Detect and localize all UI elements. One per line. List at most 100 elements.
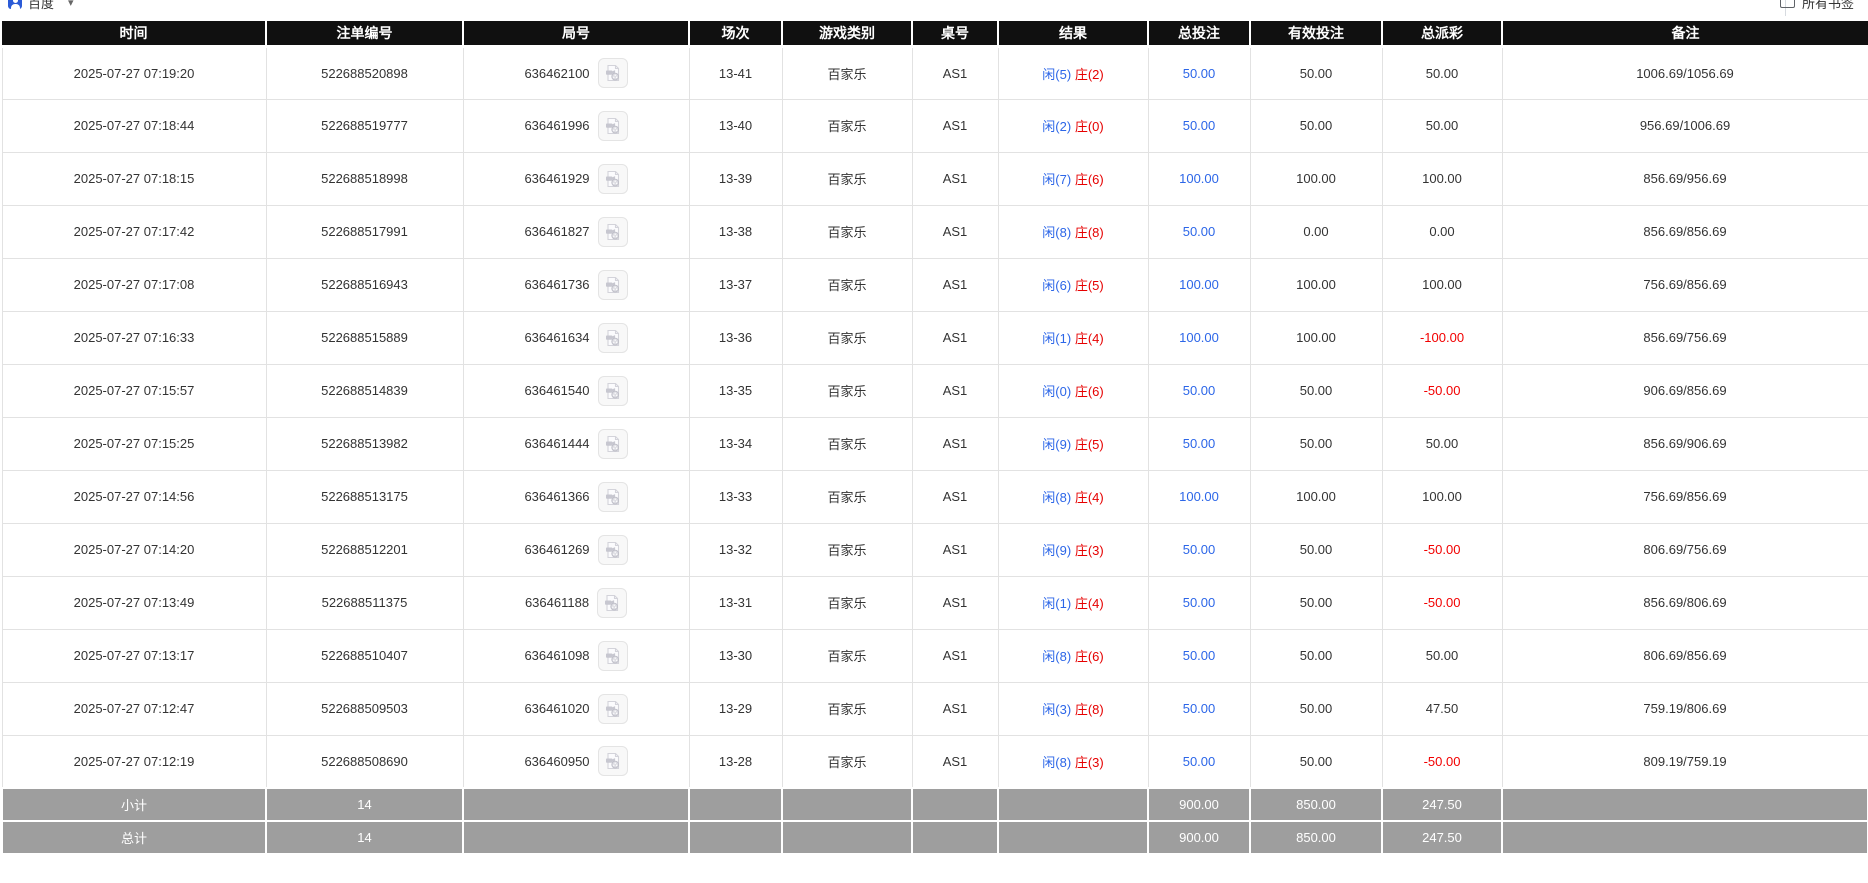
total-bet-link[interactable]: 50.00 <box>1183 754 1216 769</box>
total-bet-link[interactable]: 50.00 <box>1183 648 1216 663</box>
video-replay-icon <box>604 329 622 347</box>
banker-score: (3) <box>1088 543 1104 558</box>
player-score: (6) <box>1055 278 1071 293</box>
video-replay-button[interactable] <box>598 58 628 88</box>
bookmark-item-baidu[interactable]: 百度 <box>8 0 54 12</box>
cell-game: 百家乐 <box>782 417 912 470</box>
player-score: (9) <box>1055 543 1071 558</box>
round-number: 636461098 <box>524 648 589 663</box>
video-replay-button[interactable] <box>598 217 628 247</box>
player-score: (1) <box>1055 596 1071 611</box>
cell-bet-id: 522688519777 <box>266 99 463 152</box>
player-label: 闲 <box>1042 225 1055 240</box>
video-replay-button[interactable] <box>598 270 628 300</box>
summary-row: 小计 14 900.00 850.00 247.50 <box>2 788 1868 821</box>
banker-score: (5) <box>1088 278 1104 293</box>
cell-result: 闲(8) 庄(6) <box>998 629 1148 682</box>
total-bet-link[interactable]: 100.00 <box>1179 489 1219 504</box>
cell-remark: 806.69/856.69 <box>1502 629 1868 682</box>
cell-game: 百家乐 <box>782 311 912 364</box>
cell-total-bet: 50.00 <box>1148 682 1250 735</box>
round-number: 636462100 <box>524 66 589 81</box>
cell-table-no: AS1 <box>912 417 998 470</box>
total-bet-link[interactable]: 50.00 <box>1183 118 1216 133</box>
cell-session: 13-39 <box>689 152 782 205</box>
video-replay-icon <box>604 223 622 241</box>
cell-remark: 856.69/806.69 <box>1502 576 1868 629</box>
video-replay-button[interactable] <box>598 482 628 512</box>
player-score: (0) <box>1055 384 1071 399</box>
video-replay-button[interactable] <box>598 641 628 671</box>
total-bet-link[interactable]: 50.00 <box>1183 383 1216 398</box>
video-replay-button[interactable] <box>598 429 628 459</box>
cell-time: 2025-07-27 07:13:49 <box>2 576 266 629</box>
table-row: 2025-07-27 07:14:20 522688512201 6364612… <box>2 523 1868 576</box>
cell-valid-bet: 50.00 <box>1250 99 1382 152</box>
banker-score: (8) <box>1088 225 1104 240</box>
video-replay-icon <box>604 117 622 135</box>
total-bet-link[interactable]: 50.00 <box>1183 595 1216 610</box>
col-game-type: 游戏类别 <box>782 21 912 46</box>
cell-payout: 100.00 <box>1382 152 1502 205</box>
video-replay-button[interactable] <box>597 588 627 618</box>
video-replay-button[interactable] <box>598 694 628 724</box>
banker-label: 庄 <box>1075 172 1088 187</box>
cell-table-no: AS1 <box>912 205 998 258</box>
total-bet-link[interactable]: 100.00 <box>1179 330 1219 345</box>
total-bet-link[interactable]: 50.00 <box>1183 436 1216 451</box>
col-time: 时间 <box>2 21 266 46</box>
video-replay-button[interactable] <box>598 323 628 353</box>
banker-score: (2) <box>1088 67 1104 82</box>
cell-game: 百家乐 <box>782 629 912 682</box>
cell-session: 13-41 <box>689 46 782 99</box>
cell-round-no: 636461634 <box>463 311 689 364</box>
summary-payout: 247.50 <box>1382 821 1502 854</box>
table-body: 2025-07-27 07:19:20 522688520898 6364621… <box>2 46 1868 788</box>
col-total-bet: 总投注 <box>1148 21 1250 46</box>
total-bet-link[interactable]: 100.00 <box>1179 277 1219 292</box>
cell-round-no: 636461020 <box>463 682 689 735</box>
banker-label: 庄 <box>1075 702 1088 717</box>
total-bet-link[interactable]: 50.00 <box>1183 66 1216 81</box>
table-row: 2025-07-27 07:12:47 522688509503 6364610… <box>2 682 1868 735</box>
round-number: 636461996 <box>524 118 589 133</box>
all-bookmarks-button[interactable]: 所有书签 <box>1780 0 1854 16</box>
video-replay-button[interactable] <box>598 376 628 406</box>
video-replay-button[interactable] <box>598 164 628 194</box>
round-number: 636461269 <box>524 542 589 557</box>
table-header: 时间 注单编号 局号 场次 游戏类别 桌号 结果 总投注 有效投注 总派彩 备注 <box>2 21 1868 46</box>
cell-time: 2025-07-27 07:12:47 <box>2 682 266 735</box>
banker-score: (3) <box>1088 755 1104 770</box>
round-number: 636461188 <box>525 595 589 610</box>
cell-round-no: 636461269 <box>463 523 689 576</box>
video-replay-button[interactable] <box>598 111 628 141</box>
total-bet-link[interactable]: 50.00 <box>1183 542 1216 557</box>
video-replay-icon <box>604 382 622 400</box>
chevron-down-icon[interactable]: ▾ <box>68 0 74 9</box>
cell-time: 2025-07-27 07:19:20 <box>2 46 266 99</box>
cell-table-no: AS1 <box>912 470 998 523</box>
video-replay-icon <box>604 752 622 770</box>
cell-total-bet: 50.00 <box>1148 523 1250 576</box>
cell-payout: 100.00 <box>1382 470 1502 523</box>
table-row: 2025-07-27 07:17:42 522688517991 6364618… <box>2 205 1868 258</box>
cell-session: 13-38 <box>689 205 782 258</box>
cell-valid-bet: 0.00 <box>1250 205 1382 258</box>
cell-session: 13-36 <box>689 311 782 364</box>
total-bet-link[interactable]: 50.00 <box>1183 701 1216 716</box>
cell-round-no: 636461827 <box>463 205 689 258</box>
cell-session: 13-31 <box>689 576 782 629</box>
cell-result: 闲(6) 庄(5) <box>998 258 1148 311</box>
cell-result: 闲(3) 庄(8) <box>998 682 1148 735</box>
total-bet-link[interactable]: 100.00 <box>1179 171 1219 186</box>
summary-total-bet: 900.00 <box>1148 788 1250 821</box>
player-label: 闲 <box>1042 596 1055 611</box>
cell-time: 2025-07-27 07:18:15 <box>2 152 266 205</box>
table-row: 2025-07-27 07:18:44 522688519777 6364619… <box>2 99 1868 152</box>
cell-total-bet: 50.00 <box>1148 735 1250 788</box>
total-bet-link[interactable]: 50.00 <box>1183 224 1216 239</box>
video-replay-button[interactable] <box>598 746 628 776</box>
cell-bet-id: 522688516943 <box>266 258 463 311</box>
cell-bet-id: 522688510407 <box>266 629 463 682</box>
video-replay-button[interactable] <box>598 535 628 565</box>
